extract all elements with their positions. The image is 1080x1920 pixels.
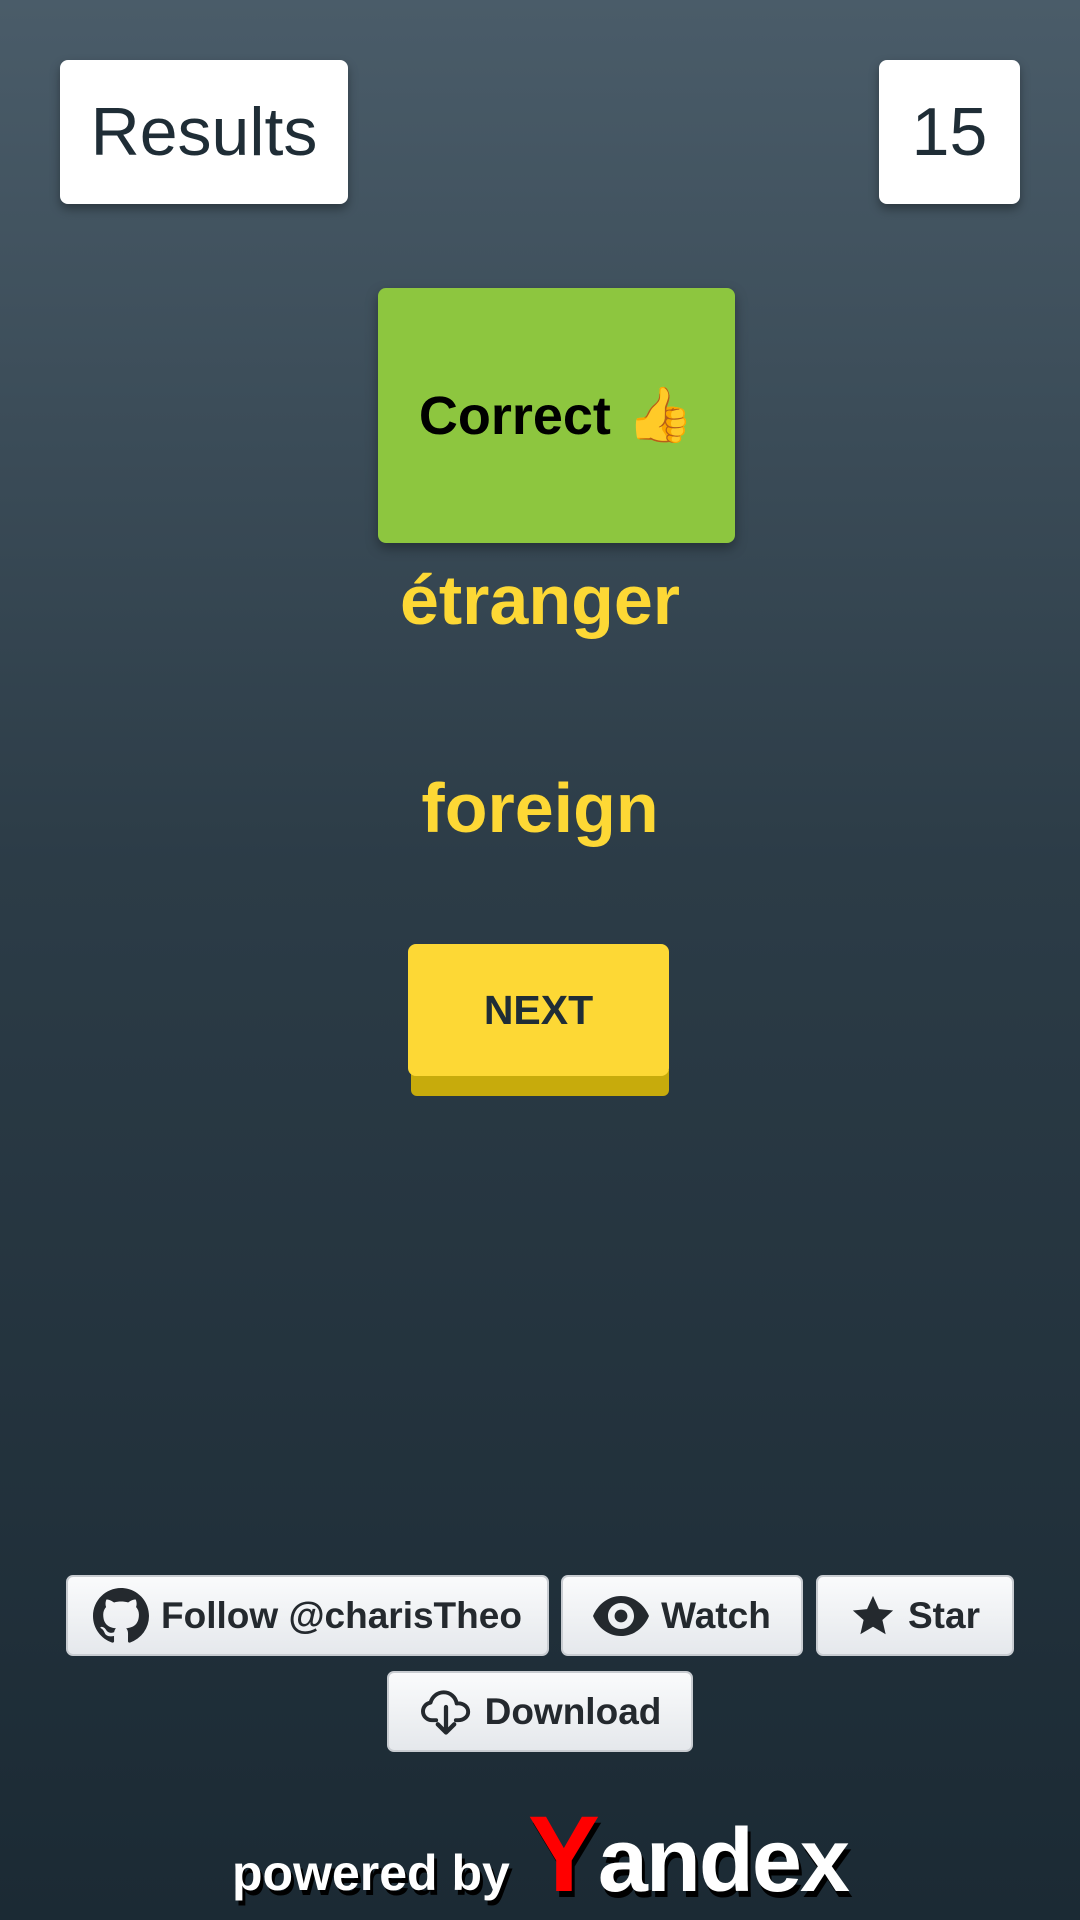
powered-by-label: powered by bbox=[231, 1845, 510, 1901]
next-button-wrapper: NEXT bbox=[408, 944, 669, 1096]
github-icon bbox=[93, 1587, 150, 1643]
question-word: étranger bbox=[399, 561, 681, 639]
cloud-download-icon bbox=[420, 1689, 470, 1735]
watch-label: Watch bbox=[661, 1594, 771, 1636]
results-label: Results bbox=[90, 94, 318, 170]
feedback-label: Correct bbox=[418, 385, 611, 446]
score-value: 15 bbox=[911, 94, 988, 170]
results-button[interactable]: Results bbox=[60, 60, 348, 204]
next-button[interactable]: NEXT bbox=[408, 944, 669, 1076]
yandex-logo-y: Y bbox=[527, 1793, 600, 1914]
answer-word: foreign bbox=[421, 769, 659, 847]
yandex-logo[interactable]: Yandex bbox=[528, 1800, 850, 1911]
star-button[interactable]: Star bbox=[816, 1575, 1014, 1656]
star-icon bbox=[852, 1595, 894, 1634]
powered-by-footer: powered by Yandex bbox=[0, 1800, 1080, 1908]
download-button[interactable]: Download bbox=[387, 1671, 693, 1752]
score-counter: 15 bbox=[879, 60, 1020, 204]
thumbs-up-icon: 👍 bbox=[626, 385, 695, 445]
download-label: Download bbox=[484, 1690, 662, 1732]
next-label: NEXT bbox=[483, 986, 594, 1033]
feedback-card: Correct 👍 bbox=[378, 288, 735, 543]
follow-button[interactable]: Follow @charisTheo bbox=[66, 1575, 549, 1656]
yandex-logo-rest: andex bbox=[597, 1811, 850, 1911]
watch-button[interactable]: Watch bbox=[561, 1575, 803, 1656]
follow-label: Follow @charisTheo bbox=[161, 1594, 522, 1636]
star-label: Star bbox=[908, 1594, 980, 1636]
eye-icon bbox=[593, 1595, 650, 1636]
